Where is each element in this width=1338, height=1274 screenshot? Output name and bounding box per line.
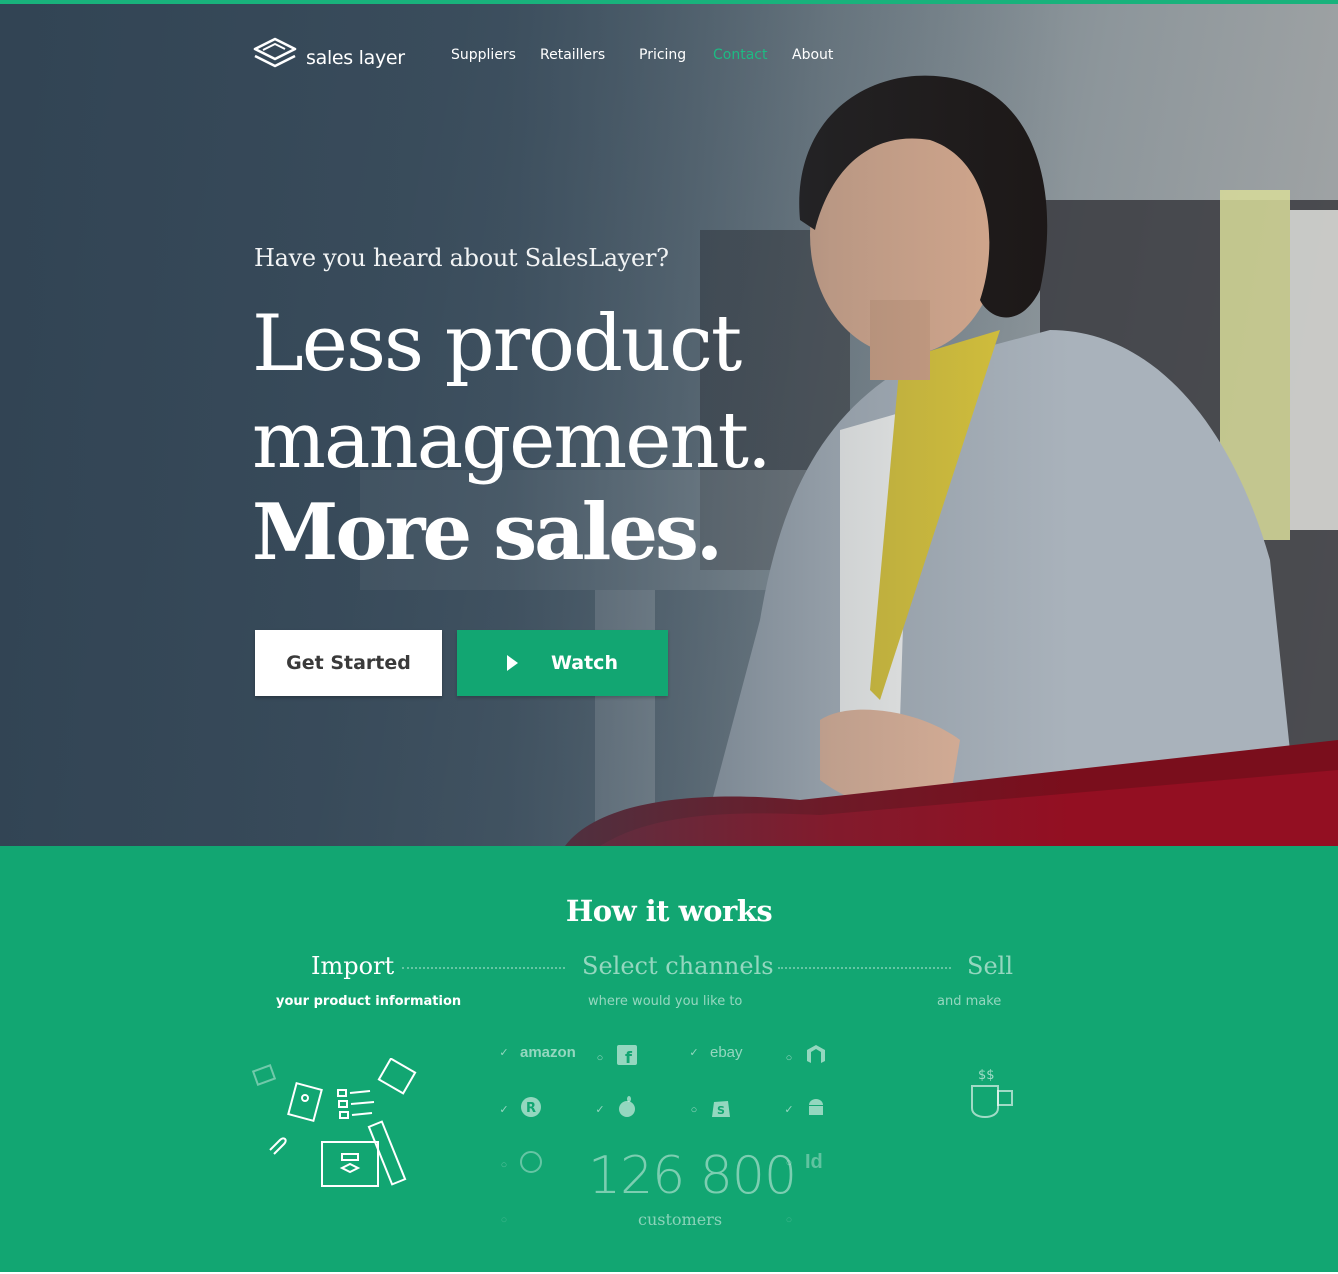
- hero-headline-line1: Less product: [252, 299, 742, 389]
- get-started-button[interactable]: Get Started: [255, 630, 442, 696]
- shopify-icon: S: [710, 1096, 732, 1123]
- ebay-logo: ebay: [710, 1044, 743, 1061]
- channel-magento[interactable]: ○: [783, 1044, 827, 1071]
- unchecked-icon: ○: [785, 1214, 793, 1226]
- layers-logo-icon: [252, 36, 298, 79]
- nav-pricing[interactable]: Pricing: [639, 47, 686, 63]
- step-sell-subtitle: and make: [937, 994, 1002, 1009]
- logo-text: sales layer: [306, 46, 405, 69]
- channel-shopify[interactable]: ○ S: [688, 1096, 732, 1123]
- channel-placeholder: ○: [783, 1214, 795, 1226]
- how-it-works-section: How it works Import Select channels Sell…: [0, 846, 1338, 1274]
- money-cup-icon: $$: [968, 1064, 1020, 1125]
- unchecked-icon: ○: [785, 1051, 793, 1064]
- channel-apple[interactable]: ✓: [594, 1096, 638, 1123]
- amazon-logo: amazon: [520, 1044, 576, 1061]
- step-select-channels-subtitle: where would you like to: [588, 994, 743, 1009]
- magento-icon: [805, 1044, 827, 1071]
- facebook-icon: f: [616, 1044, 638, 1071]
- channel-wordpress[interactable]: ○: [498, 1151, 542, 1178]
- indesign-icon: Id: [805, 1151, 823, 1173]
- unchecked-icon: ○: [500, 1214, 508, 1226]
- unchecked-icon: ○: [500, 1158, 508, 1171]
- checked-icon: ✓: [499, 1104, 509, 1116]
- checked-icon: ✓: [784, 1104, 794, 1116]
- hero-headline-line3: More sales.: [252, 487, 723, 578]
- hero-section: sales layer Suppliers Retaillers Pricing…: [0, 0, 1338, 846]
- checked-icon: ✓: [595, 1104, 605, 1116]
- step-connector: [402, 967, 565, 969]
- r-logo-icon: R: [520, 1096, 542, 1123]
- watch-button[interactable]: Watch: [457, 630, 668, 696]
- hero-kicker: Have you heard about SalesLayer?: [254, 244, 669, 272]
- svg-text:S: S: [717, 1104, 725, 1117]
- play-icon: [507, 655, 518, 671]
- import-illustration-icon: [250, 1057, 430, 1198]
- customers-label: customers: [638, 1210, 723, 1229]
- svg-text:f: f: [625, 1048, 633, 1066]
- how-it-works-title: How it works: [565, 894, 773, 928]
- svg-text:R: R: [526, 1101, 536, 1116]
- nav-retaillers[interactable]: Retaillers: [540, 47, 605, 63]
- nav-contact[interactable]: Contact: [713, 47, 767, 63]
- step-import-title[interactable]: Import: [311, 952, 394, 980]
- hero-headline-line2: management.: [252, 396, 772, 486]
- get-started-label: Get Started: [286, 652, 411, 674]
- channel-placeholder: ○: [498, 1214, 510, 1226]
- sales-layer-logo[interactable]: sales layer: [252, 36, 405, 79]
- nav-about[interactable]: About: [792, 47, 833, 63]
- top-accent-line: [0, 0, 1338, 4]
- channel-ebay[interactable]: ✓ ebay: [688, 1044, 743, 1061]
- step-import-subtitle: your product information: [276, 994, 462, 1009]
- step-connector: [778, 967, 951, 969]
- channel-r[interactable]: ✓ R: [498, 1096, 542, 1123]
- apple-icon: [616, 1096, 638, 1123]
- svg-text:$$: $$: [978, 1068, 995, 1083]
- step-select-channels-title[interactable]: Select channels: [582, 952, 774, 980]
- channel-amazon[interactable]: ✓ amazon: [498, 1044, 576, 1061]
- unchecked-icon: ○: [596, 1051, 604, 1064]
- wordpress-icon: [520, 1151, 542, 1178]
- android-icon: [805, 1096, 827, 1123]
- channel-android[interactable]: ✓: [783, 1096, 827, 1123]
- nav-suppliers[interactable]: Suppliers: [451, 47, 516, 63]
- channel-facebook[interactable]: ○ f: [594, 1044, 638, 1071]
- customers-count: 126 800: [588, 1146, 797, 1206]
- checked-icon: ✓: [689, 1047, 699, 1059]
- step-sell-title[interactable]: Sell: [967, 952, 1013, 980]
- unchecked-icon: ○: [690, 1103, 698, 1116]
- checked-icon: ✓: [499, 1047, 509, 1059]
- watch-label: Watch: [551, 652, 618, 674]
